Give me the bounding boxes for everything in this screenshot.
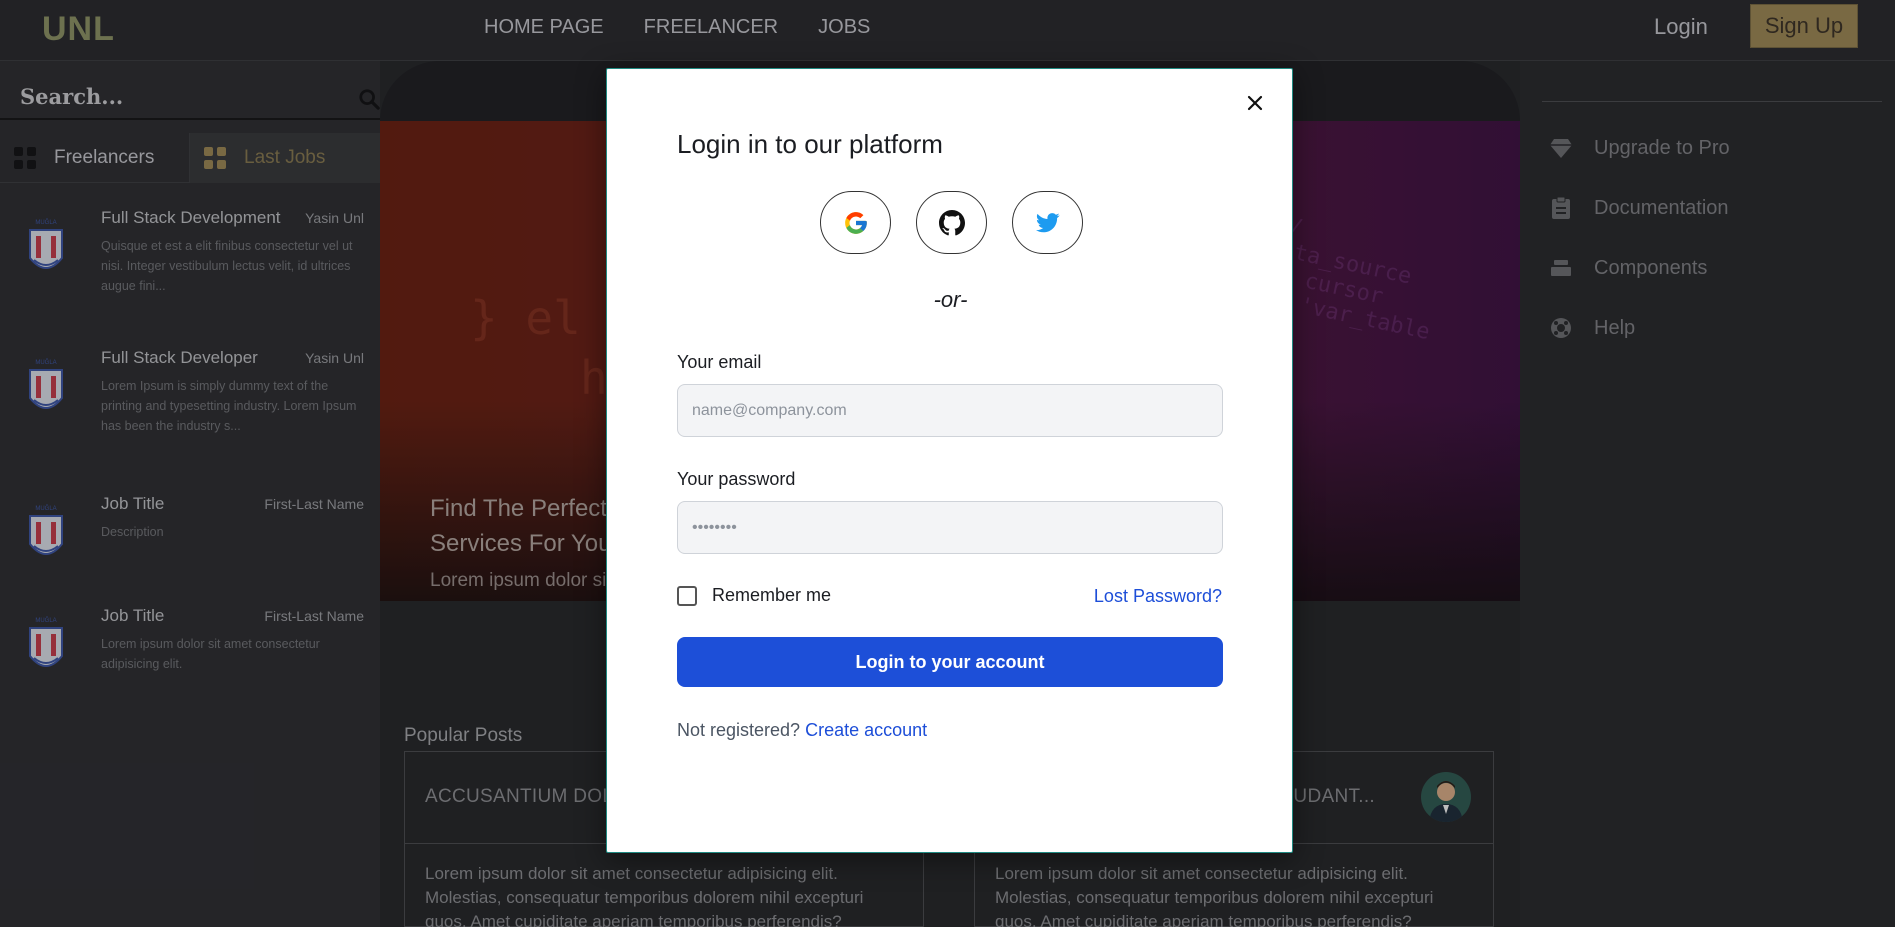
email-field[interactable] [677,384,1223,437]
google-login-button[interactable] [820,191,891,254]
login-submit-button[interactable]: Login to your account [677,637,1223,687]
twitter-icon [1035,212,1060,232]
github-icon [938,209,965,235]
password-field[interactable] [677,501,1223,554]
modal-title: Login in to our platform [677,129,943,159]
google-icon [844,211,867,234]
social-login-buttons [820,191,1083,254]
github-login-button[interactable] [916,191,987,254]
not-registered-text: Not registered? [677,720,801,740]
login-modal: Login in to our platform -or- Your email… [606,68,1293,853]
twitter-login-button[interactable] [1012,191,1083,254]
password-label: Your password [677,469,796,489]
email-label: Your email [677,352,762,372]
remember-me: Remember me [677,585,831,606]
register-prompt: Not registered? Create account [677,720,927,741]
or-divider: -or- [933,287,968,312]
close-icon[interactable] [1241,89,1269,117]
remember-checkbox[interactable] [677,585,697,606]
lost-password-link[interactable]: Lost Password? [1094,586,1222,607]
remember-label: Remember me [712,585,832,605]
create-account-link[interactable]: Create account [805,720,927,740]
